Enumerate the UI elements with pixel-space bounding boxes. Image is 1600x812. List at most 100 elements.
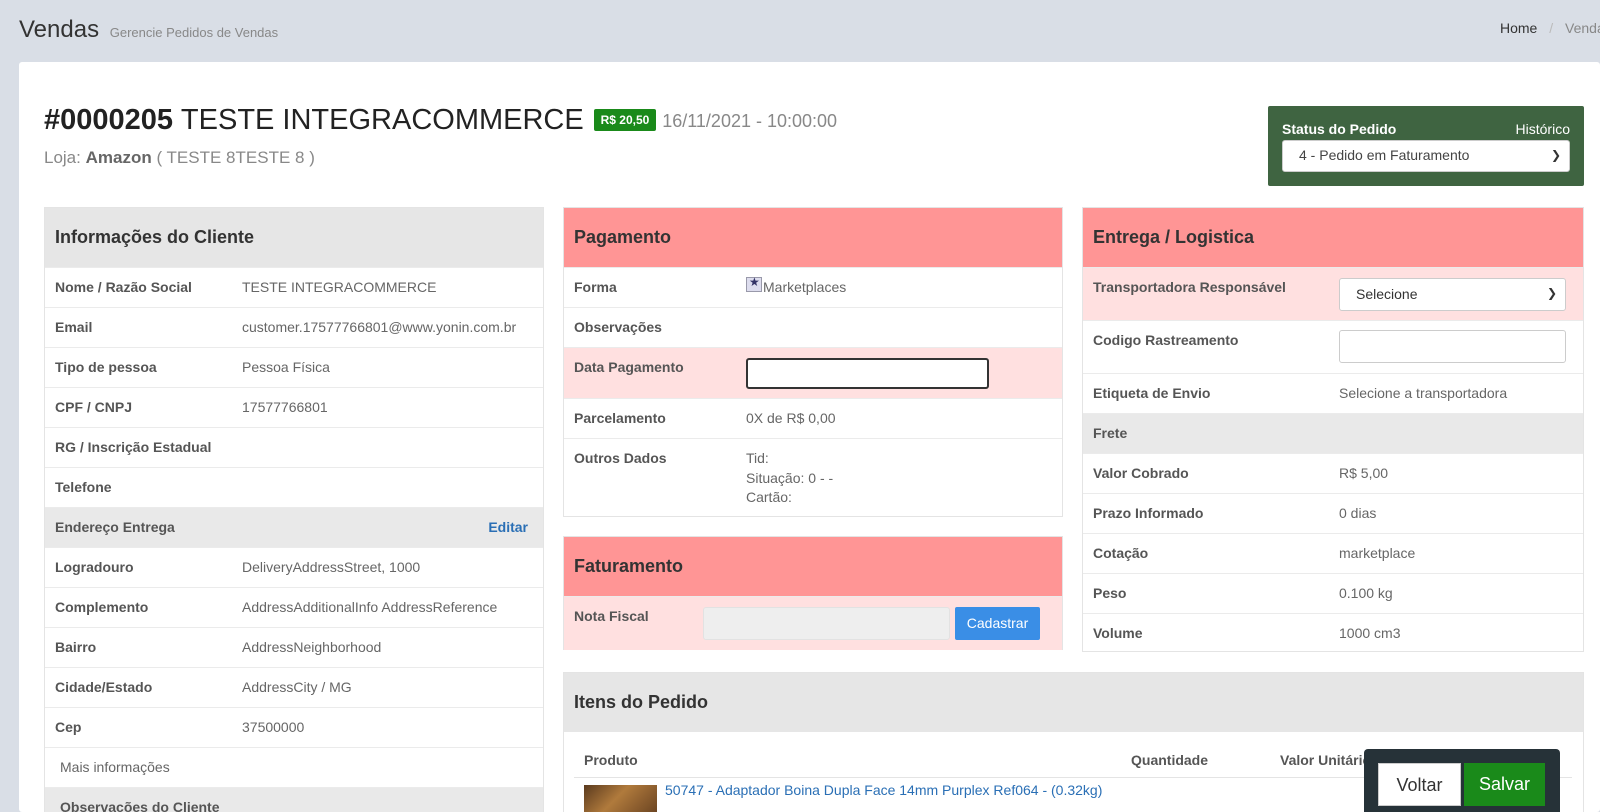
history-link[interactable]: Histórico bbox=[1516, 121, 1570, 137]
row-label: Tipo de pessoa bbox=[55, 359, 157, 375]
order-date: 16/11/2021 - 10:00:00 bbox=[662, 111, 838, 131]
order-status-box: Status do Pedido Histórico 4 - Pedido em… bbox=[1268, 106, 1584, 186]
client-notes-label: Observações do Cliente bbox=[60, 799, 220, 812]
row-label: Logradouro bbox=[55, 559, 134, 575]
carrier-select[interactable]: Selecione ❯ bbox=[1339, 278, 1566, 311]
freight-row-quote: Cotação marketplace bbox=[1083, 533, 1583, 573]
order-number: #0000205 bbox=[44, 104, 174, 136]
billing-title: Faturamento bbox=[564, 537, 1062, 596]
product-link[interactable]: 50747 - Adaptador Boina Dupla Face 14mm … bbox=[665, 782, 1102, 798]
row-value: R$ 5,00 bbox=[1339, 465, 1389, 481]
address-row-complement: Complemento AddressAdditionalInfo Address… bbox=[45, 587, 543, 627]
row-value: Pessoa Física bbox=[242, 359, 330, 375]
row-value: 37500000 bbox=[242, 719, 305, 735]
back-button[interactable]: Voltar bbox=[1378, 763, 1461, 806]
freight-row-charged: Valor Cobrado R$ 5,00 bbox=[1083, 453, 1583, 493]
product-thumbnail bbox=[584, 785, 657, 812]
chevron-down-icon: ❯ bbox=[1550, 148, 1561, 162]
delivery-row-label: Etiqueta de Envio Selecione a transportad… bbox=[1083, 373, 1583, 413]
row-value: TESTE INTEGRACOMMERCE bbox=[242, 279, 437, 295]
breadcrumb-current: Venda bbox=[1565, 20, 1600, 36]
client-row-rg: RG / Inscrição Estadual bbox=[45, 427, 543, 467]
row-label: Email bbox=[55, 319, 93, 335]
tracking-input[interactable] bbox=[1339, 330, 1566, 363]
row-value: Cartão: bbox=[746, 489, 792, 505]
billing-panel: Faturamento Nota Fiscal Cadastrar bbox=[563, 536, 1063, 650]
row-label: RG / Inscrição Estadual bbox=[55, 439, 212, 455]
address-row-neighborhood: Bairro AddressNeighborhood bbox=[45, 627, 543, 667]
row-value: marketplace bbox=[1339, 545, 1416, 561]
client-row-phone: Telefone bbox=[45, 467, 543, 507]
client-info-title: Informações do Cliente bbox=[45, 208, 543, 267]
store-name: Amazon bbox=[85, 148, 152, 167]
floating-action-bar: Voltar Salvar bbox=[1364, 749, 1560, 812]
delivery-title: Entrega / Logistica bbox=[1083, 208, 1583, 267]
freight-row-weight: Peso 0.100 kg bbox=[1083, 573, 1583, 613]
row-value: 1000 cm3 bbox=[1339, 625, 1401, 641]
client-row-cpf: CPF / CNPJ 17577766801 bbox=[45, 387, 543, 427]
more-info-link[interactable]: Mais informações bbox=[60, 759, 170, 775]
row-label: Cidade/Estado bbox=[55, 679, 153, 695]
row-label: Data Pagamento bbox=[574, 359, 684, 375]
col-product: Produto bbox=[584, 752, 638, 768]
freight-row-deadline: Prazo Informado 0 dias bbox=[1083, 493, 1583, 533]
edit-address-link[interactable]: Editar bbox=[488, 519, 528, 535]
breadcrumb-home-link[interactable]: Home bbox=[1500, 20, 1537, 36]
page-subtitle: Gerencie Pedidos de Vendas bbox=[109, 25, 279, 40]
row-label: Observações bbox=[574, 319, 662, 335]
store-line: Loja: Amazon ( TESTE 8TESTE 8 ) bbox=[44, 148, 315, 168]
row-label: Nome / Razão Social bbox=[55, 279, 192, 295]
payment-panel: Pagamento Forma ★ Marketplaces Observaçõ… bbox=[563, 207, 1063, 517]
row-label: Transportadora Responsável bbox=[1093, 279, 1286, 295]
row-value: Marketplaces bbox=[763, 279, 847, 295]
delivery-panel: Entrega / Logistica Transportadora Respo… bbox=[1082, 207, 1584, 652]
address-row-city: Cidade/Estado AddressCity / MG bbox=[45, 667, 543, 707]
row-value: AddressNeighborhood bbox=[242, 639, 382, 655]
delivery-row-tracking: Codigo Rastreamento bbox=[1083, 320, 1583, 373]
row-label: Outros Dados bbox=[574, 450, 667, 466]
register-invoice-button[interactable]: Cadastrar bbox=[955, 607, 1040, 640]
col-unit-price: Valor Unitário bbox=[1280, 752, 1372, 768]
payment-row-method: Forma ★ Marketplaces bbox=[564, 267, 1062, 307]
address-row-street: Logradouro DeliveryAddressStreet, 1000 bbox=[45, 547, 543, 587]
order-heading: #0000205 TESTE INTEGRACOMMERCE R$ 20,50 … bbox=[44, 104, 837, 137]
more-info-row: Mais informações bbox=[45, 747, 543, 787]
store-prefix: Loja: bbox=[44, 148, 81, 167]
row-value: DeliveryAddressStreet, 1000 bbox=[242, 559, 421, 575]
address-header-label: Endereço Entrega bbox=[55, 519, 175, 535]
save-button[interactable]: Salvar bbox=[1464, 763, 1545, 806]
row-label: Bairro bbox=[55, 639, 97, 655]
order-customer-name: TESTE INTEGRACOMMERCE bbox=[180, 104, 584, 136]
row-label: Complemento bbox=[55, 599, 149, 615]
billing-row-invoice: Nota Fiscal Cadastrar bbox=[564, 596, 1062, 650]
row-label: Volume bbox=[1093, 625, 1143, 641]
invoice-input[interactable] bbox=[703, 607, 950, 640]
breadcrumb: Home / Venda bbox=[1500, 20, 1600, 36]
row-value: 0.100 kg bbox=[1339, 585, 1393, 601]
client-row-email: Email customer.17577766801@www.yonin.com.… bbox=[45, 307, 543, 347]
row-value: 0X de R$ 0,00 bbox=[746, 410, 836, 426]
page-title: Vendas Gerencie Pedidos de Vendas bbox=[19, 16, 278, 44]
store-detail: ( TESTE 8TESTE 8 ) bbox=[156, 148, 315, 167]
row-value: 17577766801 bbox=[242, 399, 328, 415]
payment-date-input[interactable] bbox=[746, 358, 989, 389]
row-label: Telefone bbox=[55, 479, 112, 495]
row-label: CPF / CNPJ bbox=[55, 399, 133, 415]
payment-row-notes: Observações bbox=[564, 307, 1062, 347]
row-value: 0 dias bbox=[1339, 505, 1377, 521]
status-select-value: 4 - Pedido em Faturamento bbox=[1299, 147, 1470, 163]
page-title-text: Vendas bbox=[19, 16, 100, 43]
row-value: Tid: bbox=[746, 450, 769, 466]
row-label: Peso bbox=[1093, 585, 1127, 601]
delivery-row-carrier: Transportadora Responsável Selecione ❯ bbox=[1083, 267, 1583, 320]
marketplace-icon: ★ bbox=[746, 275, 762, 292]
row-label: Codigo Rastreamento bbox=[1093, 332, 1239, 348]
carrier-select-value: Selecione bbox=[1356, 286, 1418, 302]
freight-row-volume: Volume 1000 cm3 bbox=[1083, 613, 1583, 653]
row-label: Parcelamento bbox=[574, 410, 666, 426]
row-label: Cep bbox=[55, 719, 82, 735]
order-total-badge: R$ 20,50 bbox=[593, 109, 657, 131]
page-header: Vendas Gerencie Pedidos de Vendas Home /… bbox=[0, 0, 1600, 62]
status-select[interactable]: 4 - Pedido em Faturamento ❯ bbox=[1282, 140, 1570, 172]
address-row-zip: Cep 37500000 bbox=[45, 707, 543, 747]
